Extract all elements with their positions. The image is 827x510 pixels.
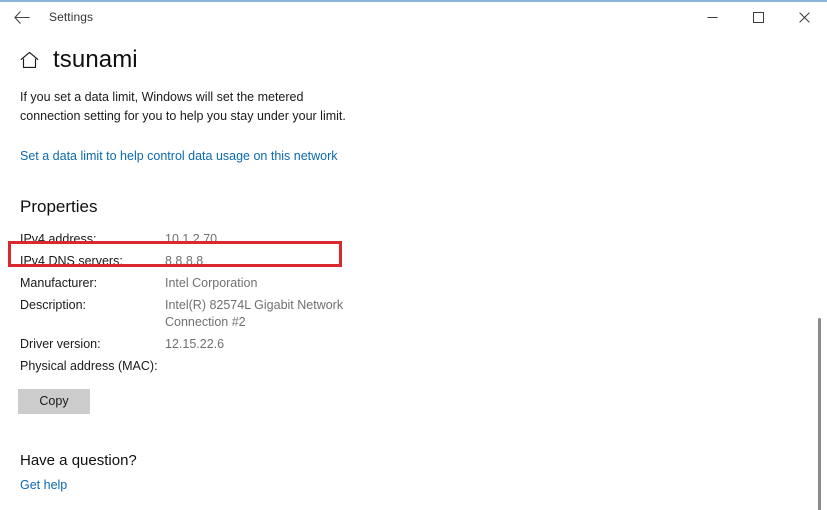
property-label: Physical address (MAC): <box>20 358 158 373</box>
table-row: Physical address (MAC): <box>20 358 350 375</box>
property-label: Manufacturer: <box>20 275 98 290</box>
help-heading: Have a question? <box>20 451 137 469</box>
set-data-limit-link[interactable]: Set a data limit to help control data us… <box>20 149 338 163</box>
settings-window: Settings tsunami If you set a data limit… <box>0 0 827 510</box>
settings-content: tsunami If you set a data limit, Windows… <box>0 32 827 510</box>
properties-list: IPv4 address: 10.1.2.70 IPv4 DNS servers… <box>20 231 350 375</box>
table-row: IPv4 address: 10.1.2.70 <box>20 231 350 248</box>
property-label: IPv4 address: <box>20 231 97 246</box>
close-button[interactable] <box>781 2 827 32</box>
window-controls <box>689 2 827 32</box>
properties-heading: Properties <box>20 196 98 216</box>
maximize-button[interactable] <box>735 2 781 32</box>
vertical-scrollbar[interactable] <box>811 62 825 510</box>
property-value: 8.8.8.8 <box>165 253 204 268</box>
home-icon[interactable] <box>20 51 39 69</box>
table-row: Description: Intel(R) 82574L Gigabit Net… <box>20 297 350 331</box>
property-value <box>165 358 285 372</box>
page-header: tsunami <box>0 32 827 74</box>
property-label: Description: <box>20 297 86 312</box>
property-value: 10.1.2.70 <box>165 231 218 246</box>
property-label: Driver version: <box>20 336 101 351</box>
window-title: Settings <box>49 10 94 24</box>
minimize-button[interactable] <box>689 2 735 32</box>
maximize-icon <box>752 11 764 23</box>
back-button[interactable] <box>5 4 39 30</box>
copy-button[interactable]: Copy <box>18 388 90 414</box>
property-value: Intel Corporation <box>165 275 258 290</box>
property-value: Intel(R) 82574L Gigabit Network Connecti… <box>165 297 344 329</box>
page-title: tsunami <box>53 46 138 73</box>
get-help-link[interactable]: Get help <box>20 478 67 492</box>
title-bar: Settings <box>0 2 827 32</box>
intro-text: If you set a data limit, Windows will se… <box>20 90 346 124</box>
close-icon <box>798 11 810 23</box>
table-row: IPv4 DNS servers: 8.8.8.8 <box>20 253 350 270</box>
table-row: Manufacturer: Intel Corporation <box>20 275 350 292</box>
property-value: 12.15.22.6 <box>165 336 225 351</box>
back-arrow-icon <box>14 10 30 24</box>
table-row: Driver version: 12.15.22.6 <box>20 336 350 353</box>
minimize-icon <box>707 16 717 18</box>
scrollbar-thumb[interactable] <box>818 318 821 510</box>
property-label: IPv4 DNS servers: <box>20 253 123 268</box>
